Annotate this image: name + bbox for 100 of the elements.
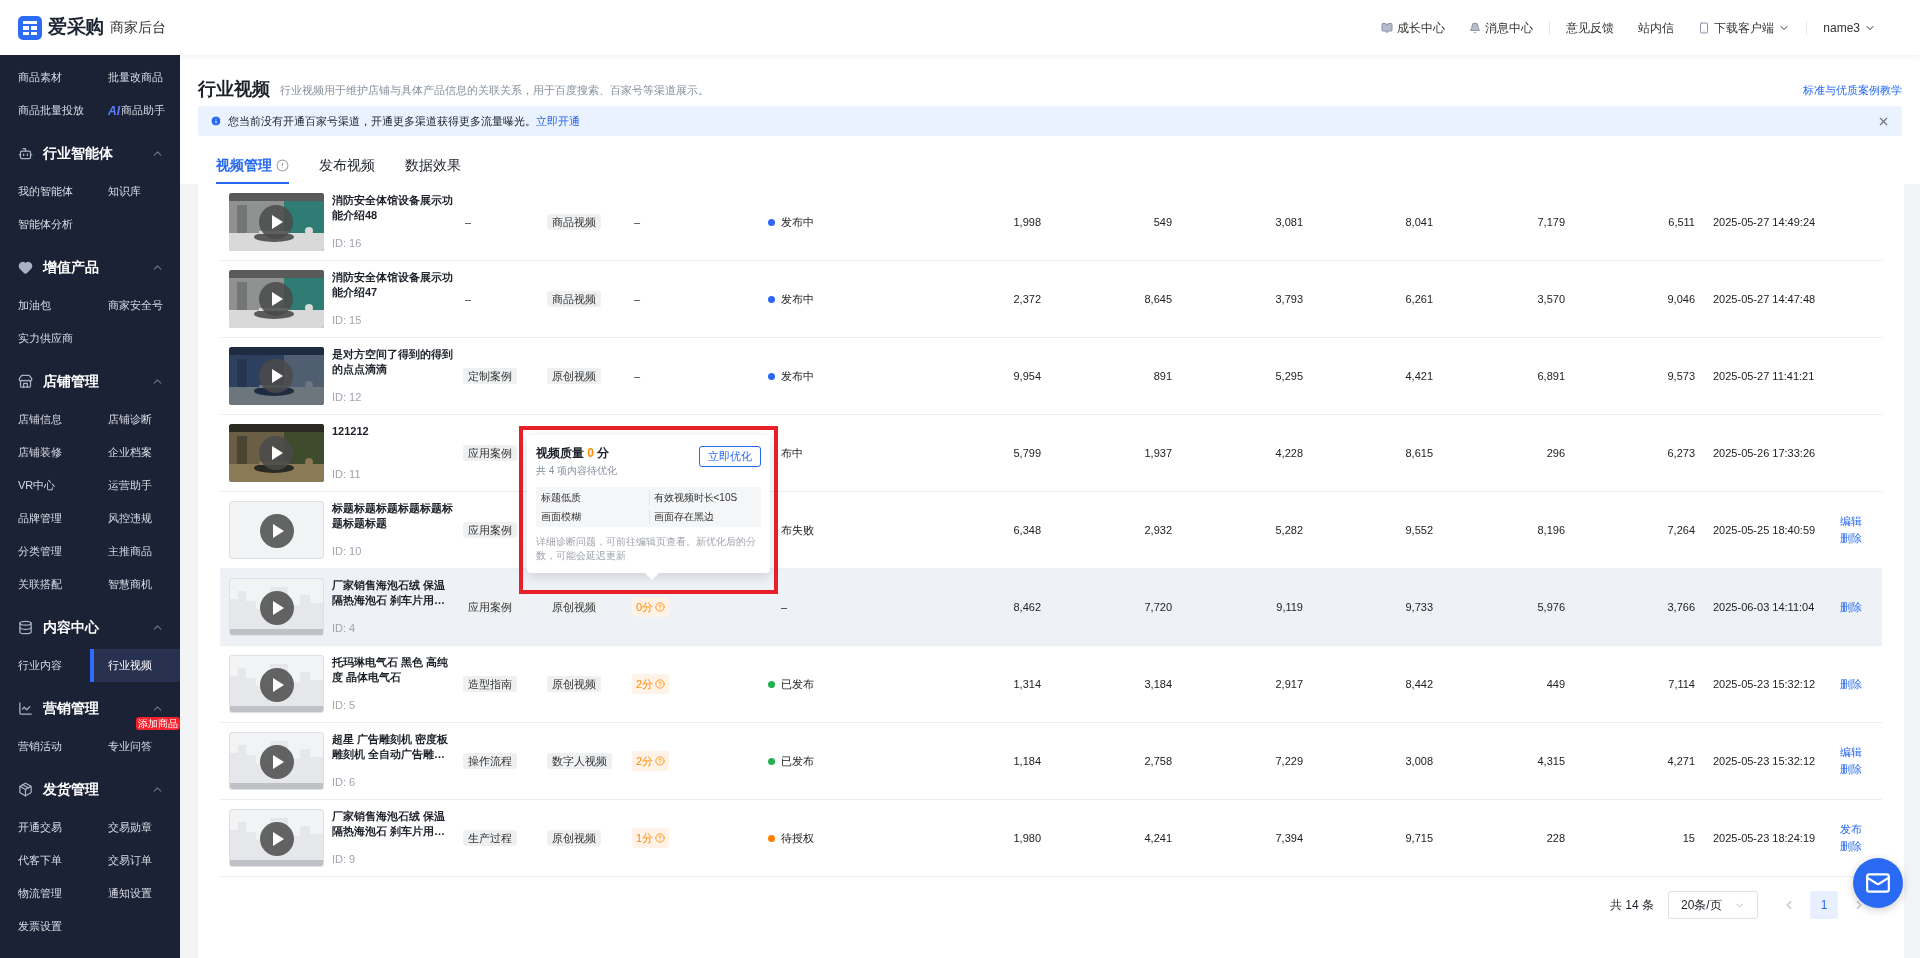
sidebar-item[interactable]: 分类管理: [0, 535, 90, 568]
sidebar-item[interactable]: 开通交易: [0, 811, 90, 844]
video-title[interactable]: 标题标题标题标题标题标题标题标题: [332, 501, 456, 531]
number-cell: 6,348: [1013, 523, 1041, 536]
sidebar-item[interactable]: 主推商品: [90, 535, 180, 568]
sidebar-item[interactable]: 加油包: [0, 289, 90, 322]
sidebar-section-title[interactable]: 店铺管理: [43, 370, 141, 392]
video-title[interactable]: 超星 广告雕刻机 密度板雕刻机 全自动广告雕…: [332, 732, 456, 762]
video-title[interactable]: 消防安全体馆设备展示功能介绍47: [332, 270, 456, 300]
sidebar-item[interactable]: 商家安全号: [90, 289, 180, 322]
play-icon[interactable]: [260, 822, 294, 856]
book-icon: [1381, 21, 1394, 34]
video-id: ID: 5: [332, 697, 357, 713]
sidebar-item[interactable]: 发票设置: [0, 910, 90, 943]
date-cell: 2025-05-27 11:41:21: [1713, 369, 1815, 382]
sidebar-item[interactable]: 商品素材: [0, 61, 90, 94]
sidebar-section-title[interactable]: 增值产品: [43, 256, 141, 278]
number-cell: 6,273: [1667, 446, 1695, 459]
sidebar-item[interactable]: 知识库: [90, 175, 180, 208]
sidebar-item[interactable]: 交易勋章: [90, 811, 180, 844]
optimize-button[interactable]: 立即优化: [699, 446, 761, 467]
video-title[interactable]: 消防安全体馆设备展示功能介绍48: [332, 193, 456, 223]
video-title[interactable]: 厂家销售海泡石绒 保温隔热海泡石 刹车片用…: [332, 809, 456, 839]
type-tag: 原创视频: [547, 367, 601, 384]
video-title[interactable]: 121212: [332, 424, 456, 439]
video-title[interactable]: 是对方空间了得到的得到的点点滴滴: [332, 347, 456, 377]
video-title[interactable]: 托玛琳电气石 黑色 高纯度 晶体电气石: [332, 655, 456, 685]
action-link[interactable]: 删除: [1840, 530, 1882, 547]
sidebar-item[interactable]: 物流管理: [0, 877, 90, 910]
play-icon[interactable]: [260, 591, 294, 625]
sidebar-item[interactable]: 通知设置: [90, 877, 180, 910]
play-icon[interactable]: [259, 282, 293, 316]
sidebar-item[interactable]: 行业内容: [0, 649, 90, 682]
info-icon: [210, 115, 222, 127]
play-icon[interactable]: [260, 668, 294, 702]
action-link[interactable]: 删除: [1840, 675, 1882, 693]
sidebar-item[interactable]: VR中心: [0, 469, 90, 502]
page-button[interactable]: 1: [1810, 891, 1838, 919]
sidebar-item[interactable]: 店铺信息: [0, 403, 90, 436]
page-description: 行业视频用于维护店铺与具体产品信息的关联关系，用于百度搜索、百家号等渠道展示。: [280, 82, 709, 98]
header-link[interactable]: 意见反馈: [1566, 18, 1615, 37]
sidebar-item[interactable]: 运营助手: [90, 469, 180, 502]
sidebar-section-title[interactable]: 营销管理: [43, 697, 141, 719]
sidebar-item[interactable]: 交易订单: [90, 844, 180, 877]
play-icon[interactable]: [259, 436, 293, 470]
alert-text: 您当前没有开通百家号渠道，开通更多渠道获得更多流量曝光。立即开通: [228, 113, 580, 129]
bell-icon: [1469, 21, 1482, 34]
sidebar-item[interactable]: 实力供应商: [0, 322, 90, 355]
sidebar-item[interactable]: 商品批量投放: [0, 94, 90, 127]
video-title[interactable]: 厂家销售海泡石绒 保温隔热海泡石 刹车片用…: [332, 578, 456, 608]
type-tag: 商品视频: [547, 290, 601, 307]
number-cell: 3,081: [1275, 215, 1303, 228]
sidebar-item[interactable]: 批量改商品: [90, 61, 180, 94]
logo-text[interactable]: 爱采购: [48, 13, 104, 42]
enable-link[interactable]: 立即开通: [536, 114, 580, 127]
sidebar-item[interactable]: 风控违规: [90, 502, 180, 535]
sidebar-item[interactable]: 关联搭配: [0, 568, 90, 601]
sidebar-item[interactable]: 企业档案: [90, 436, 180, 469]
tab[interactable]: 发布视频: [319, 148, 375, 184]
play-icon[interactable]: [260, 745, 294, 779]
number-cell: 8,615: [1405, 446, 1433, 459]
action-link[interactable]: 删除: [1840, 598, 1882, 616]
action-link[interactable]: 删除: [1840, 761, 1882, 778]
sidebar-item[interactable]: 智慧商机: [90, 568, 180, 601]
number-cell: 7,114: [1668, 677, 1695, 690]
video-thumbnail[interactable]: [229, 809, 324, 867]
sidebar-item[interactable]: AI商品助手: [90, 94, 180, 127]
video-thumbnail[interactable]: [229, 501, 324, 559]
total-count: 共 14 条: [1610, 897, 1654, 914]
sidebar-item[interactable]: 智能体分析: [0, 208, 90, 241]
header-link[interactable]: 站内信: [1638, 18, 1675, 37]
sidebar-item[interactable]: 店铺装修: [0, 436, 90, 469]
header-link[interactable]: 下载客户端: [1698, 18, 1791, 37]
video-thumbnail[interactable]: [229, 655, 324, 713]
action-link[interactable]: 删除: [1840, 838, 1882, 855]
header-link[interactable]: 消息中心: [1469, 18, 1534, 37]
video-thumbnail[interactable]: [229, 578, 324, 636]
tab[interactable]: 数据效果: [405, 148, 461, 184]
sidebar-section-title[interactable]: 发货管理: [43, 778, 141, 800]
sidebar-item[interactable]: 营销活动: [0, 730, 90, 763]
action-link[interactable]: 编辑: [1840, 513, 1882, 530]
header-link[interactable]: 成长中心: [1381, 18, 1446, 37]
play-icon[interactable]: [259, 205, 293, 239]
page-size-select[interactable]: 20条/页: [1668, 891, 1758, 919]
sidebar-item[interactable]: 行业视频: [90, 649, 180, 682]
action-link[interactable]: 编辑: [1840, 744, 1882, 761]
sidebar-section-title[interactable]: 行业智能体: [43, 142, 141, 164]
sidebar-item[interactable]: 代客下单: [0, 844, 90, 877]
sidebar-section-title[interactable]: 内容中心: [43, 616, 141, 638]
help-icon: [655, 602, 666, 612]
play-icon[interactable]: [259, 359, 293, 393]
action-link[interactable]: 发布: [1840, 821, 1882, 838]
sidebar-item[interactable]: 品牌管理: [0, 502, 90, 535]
video-thumbnail[interactable]: [229, 732, 324, 790]
header-link[interactable]: name3: [1823, 18, 1876, 37]
help-link[interactable]: 标准与优质案例教学: [1803, 81, 1902, 101]
number-cell: 4,241: [1144, 831, 1172, 844]
sidebar-item[interactable]: 专业问答: [90, 730, 180, 763]
sidebar-item[interactable]: 我的智能体: [0, 175, 90, 208]
sidebar-item[interactable]: 店铺诊断: [90, 403, 180, 436]
